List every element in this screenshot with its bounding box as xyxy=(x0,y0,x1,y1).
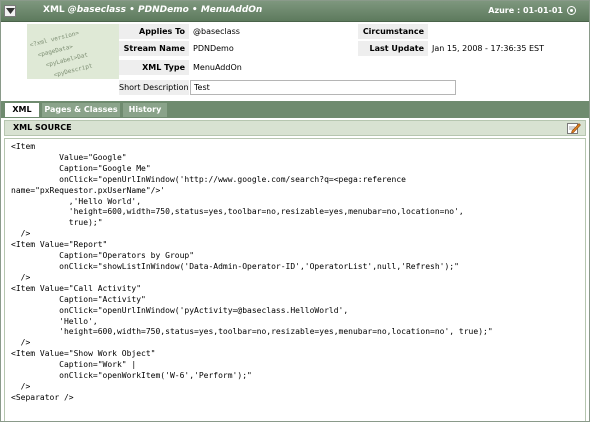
section-title: XML SOURCE xyxy=(13,123,72,132)
stream-name-value: PDNDemo xyxy=(193,44,234,53)
applies-to-label: Applies To xyxy=(119,24,189,40)
title-rule-name: MenuAddOn xyxy=(200,5,263,15)
title-prefix: XML xyxy=(43,5,65,15)
xml-source-text[interactable]: <Item Value="Google" Caption="Google Me"… xyxy=(11,142,585,404)
short-description-label: Short Description xyxy=(119,80,189,96)
circumstance-label: Circumstance xyxy=(358,24,428,40)
xml-source-section: XML SOURCE <Item Value="Google" Caption=… xyxy=(1,117,589,421)
xml-source-editor[interactable]: <Item Value="Google" Caption="Google Me"… xyxy=(4,138,586,421)
title-separator-2: • xyxy=(191,5,198,15)
circumstance-value xyxy=(429,24,579,40)
collapse-arrow-icon[interactable] xyxy=(4,5,16,17)
title-ruleset: PDNDemo xyxy=(138,5,189,15)
last-update-value: Jan 15, 2008 - 17:36:35 EST xyxy=(432,44,544,53)
title-bar: XML @baseclass • PDNDemo • MenuAddOn Azu… xyxy=(1,1,589,22)
tab-bar: XML Pages & Classes History xyxy=(1,101,589,117)
ruleset-version: Azure : 01-01-01 xyxy=(488,6,563,15)
tab-xml[interactable]: XML xyxy=(4,102,40,117)
tab-history[interactable]: History xyxy=(122,102,168,117)
xml-type-value: MenuAddOn xyxy=(193,63,242,72)
xml-type-label: XML Type xyxy=(119,60,189,76)
title-separator: • xyxy=(129,5,135,15)
short-description-input[interactable]: Test xyxy=(190,80,456,95)
tab-pages-and-classes[interactable]: Pages & Classes xyxy=(41,102,121,117)
title-class-name: @baseclass xyxy=(67,5,126,15)
stream-name-label: Stream Name xyxy=(119,41,189,57)
last-update-label: Last Update xyxy=(358,41,428,57)
section-header: XML SOURCE xyxy=(4,120,586,136)
edit-icon[interactable] xyxy=(567,122,581,134)
rule-title: XML @baseclass • PDNDemo • MenuAddOn xyxy=(43,5,262,15)
xml-document-icon: <?xml version= <pageData> <pyLabel>Dat <… xyxy=(27,24,119,79)
target-icon[interactable] xyxy=(567,6,576,15)
rule-header: <?xml version= <pageData> <pyLabel>Dat <… xyxy=(1,23,589,98)
applies-to-value: @baseclass xyxy=(193,27,240,36)
rule-form-window: XML @baseclass • PDNDemo • MenuAddOn Azu… xyxy=(0,0,590,422)
